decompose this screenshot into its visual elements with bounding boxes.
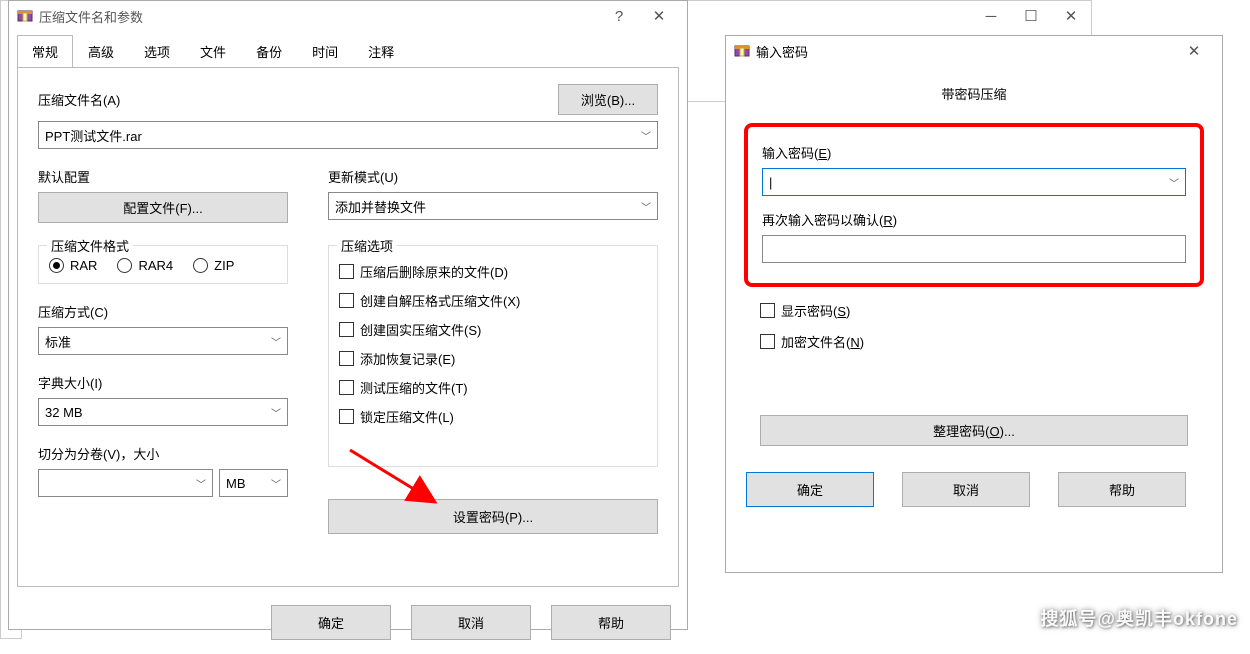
split-unit-select[interactable]: MB ﹀ <box>219 469 288 497</box>
opt-delete-check[interactable]: 压缩后删除原来的文件(D) <box>339 262 647 281</box>
bg-maximize-button[interactable]: ☐ <box>1011 5 1051 27</box>
organize-passwords-button[interactable]: 整理密码(O)... <box>760 415 1188 446</box>
chevron-down-icon: ﹀ <box>196 476 206 491</box>
enter-pwd-label: 输入密码(E) <box>762 143 1186 162</box>
ok-button[interactable]: 确定 <box>271 605 391 640</box>
method-label: 压缩方式(C) <box>38 302 288 321</box>
tab-strip: 常规 高级 选项 文件 备份 时间 注释 <box>17 35 679 68</box>
checkbox-icon <box>339 380 354 395</box>
pwd-header: 带密码压缩 <box>726 66 1222 113</box>
help-button[interactable]: ? <box>599 5 639 27</box>
radio-icon <box>193 258 208 273</box>
chevron-down-icon: ﹀ <box>271 405 281 420</box>
highlight-box: 输入密码(E) | ﹀ 再次输入密码以确认(R) <box>744 123 1204 287</box>
update-mode-label: 更新模式(U) <box>328 167 658 186</box>
dict-value: 32 MB <box>45 405 83 420</box>
options-group: 压缩选项 压缩后删除原来的文件(D) 创建自解压格式压缩文件(X) 创建固实压缩… <box>328 245 658 467</box>
opt-solid-check[interactable]: 创建固实压缩文件(S) <box>339 320 647 339</box>
tab-files[interactable]: 文件 <box>185 35 241 68</box>
show-password-check[interactable]: 显示密码(S) <box>760 301 1188 320</box>
format-group: 压缩文件格式 RAR RAR4 ZIP <box>38 245 288 284</box>
checkbox-icon <box>339 264 354 279</box>
tab-backup[interactable]: 备份 <box>241 35 297 68</box>
pwd-close-button[interactable]: ✕ <box>1174 40 1214 62</box>
dict-select[interactable]: 32 MB ﹀ <box>38 398 288 426</box>
profiles-button[interactable]: 配置文件(F)... <box>38 192 288 223</box>
tab-advanced[interactable]: 高级 <box>73 35 129 68</box>
general-panel: 压缩文件名(A) 浏览(B)... PPT测试文件.rar ﹀ 默认配置 配置文… <box>17 67 679 587</box>
pwd-cancel-button[interactable]: 取消 <box>902 472 1030 507</box>
pwd-help-button[interactable]: 帮助 <box>1058 472 1186 507</box>
password-dialog: 输入密码 ✕ 带密码压缩 输入密码(E) | ﹀ 再次输入密码以确认(R) 显示… <box>725 35 1223 573</box>
chevron-down-icon: ﹀ <box>1169 175 1179 190</box>
format-zip-radio[interactable]: ZIP <box>193 258 234 273</box>
format-rar-radio[interactable]: RAR <box>49 258 97 273</box>
checkbox-icon <box>339 293 354 308</box>
method-value: 标准 <box>45 332 71 351</box>
tab-time[interactable]: 时间 <box>297 35 353 68</box>
checkbox-icon <box>760 303 775 318</box>
format-legend: 压缩文件格式 <box>47 236 133 255</box>
checkbox-icon <box>339 351 354 366</box>
bg-minimize-button[interactable]: ─ <box>971 5 1011 27</box>
pwd-ok-button[interactable]: 确定 <box>746 472 874 507</box>
confirm-pwd-input[interactable] <box>762 235 1186 263</box>
method-select[interactable]: 标准 ﹀ <box>38 327 288 355</box>
split-label: 切分为分卷(V)，大小 <box>38 444 288 463</box>
split-size-input[interactable]: ﹀ <box>38 469 213 497</box>
cancel-button[interactable]: 取消 <box>411 605 531 640</box>
pwd-titlebar: 输入密码 ✕ <box>726 36 1222 66</box>
titlebar: 压缩文件名和参数 ? ✕ <box>9 1 687 31</box>
window-title: 压缩文件名和参数 <box>39 7 143 26</box>
checkbox-icon <box>339 409 354 424</box>
app-icon <box>734 43 750 59</box>
chevron-down-icon: ﹀ <box>271 476 281 491</box>
profile-label: 默认配置 <box>38 167 288 186</box>
tab-options[interactable]: 选项 <box>129 35 185 68</box>
enter-pwd-input[interactable]: | ﹀ <box>762 168 1186 196</box>
opt-lock-check[interactable]: 锁定压缩文件(L) <box>339 407 647 426</box>
checkbox-icon <box>339 322 354 337</box>
options-legend: 压缩选项 <box>337 236 397 255</box>
chevron-down-icon: ﹀ <box>271 334 281 349</box>
chevron-down-icon: ﹀ <box>641 199 651 214</box>
tab-comment[interactable]: 注释 <box>353 35 409 68</box>
tab-general[interactable]: 常规 <box>17 35 73 68</box>
opt-sfx-check[interactable]: 创建自解压格式压缩文件(X) <box>339 291 647 310</box>
browse-button[interactable]: 浏览(B)... <box>558 84 658 115</box>
confirm-pwd-label: 再次输入密码以确认(R) <box>762 210 1186 229</box>
filename-label: 压缩文件名(A) <box>38 90 542 109</box>
filename-value: PPT测试文件.rar <box>45 126 142 145</box>
radio-icon <box>49 258 64 273</box>
update-mode-select[interactable]: 添加并替换文件 ﹀ <box>328 192 658 220</box>
pwd-window-title: 输入密码 <box>756 42 808 61</box>
close-button[interactable]: ✕ <box>639 5 679 27</box>
dialog-footer: 确定 取消 帮助 <box>9 595 687 654</box>
watermark: 搜狐号@奥凯丰okfone <box>1040 605 1238 631</box>
checkbox-icon <box>760 334 775 349</box>
filename-input[interactable]: PPT测试文件.rar ﹀ <box>38 121 658 149</box>
pwd-footer: 确定 取消 帮助 <box>726 446 1222 521</box>
encrypt-names-check[interactable]: 加密文件名(N) <box>760 332 1188 351</box>
app-icon <box>17 8 33 24</box>
chevron-down-icon: ﹀ <box>641 128 651 143</box>
opt-test-check[interactable]: 测试压缩的文件(T) <box>339 378 647 397</box>
opt-recovery-check[interactable]: 添加恢复记录(E) <box>339 349 647 368</box>
update-mode-value: 添加并替换文件 <box>335 197 426 216</box>
split-unit-value: MB <box>226 476 246 491</box>
dict-label: 字典大小(I) <box>38 373 288 392</box>
format-rar4-radio[interactable]: RAR4 <box>117 258 173 273</box>
set-password-button[interactable]: 设置密码(P)... <box>328 499 658 534</box>
radio-icon <box>117 258 132 273</box>
help-button[interactable]: 帮助 <box>551 605 671 640</box>
bg-close-button[interactable]: ✕ <box>1051 5 1091 27</box>
archive-dialog: 压缩文件名和参数 ? ✕ 常规 高级 选项 文件 备份 时间 注释 压缩文件名(… <box>8 0 688 630</box>
